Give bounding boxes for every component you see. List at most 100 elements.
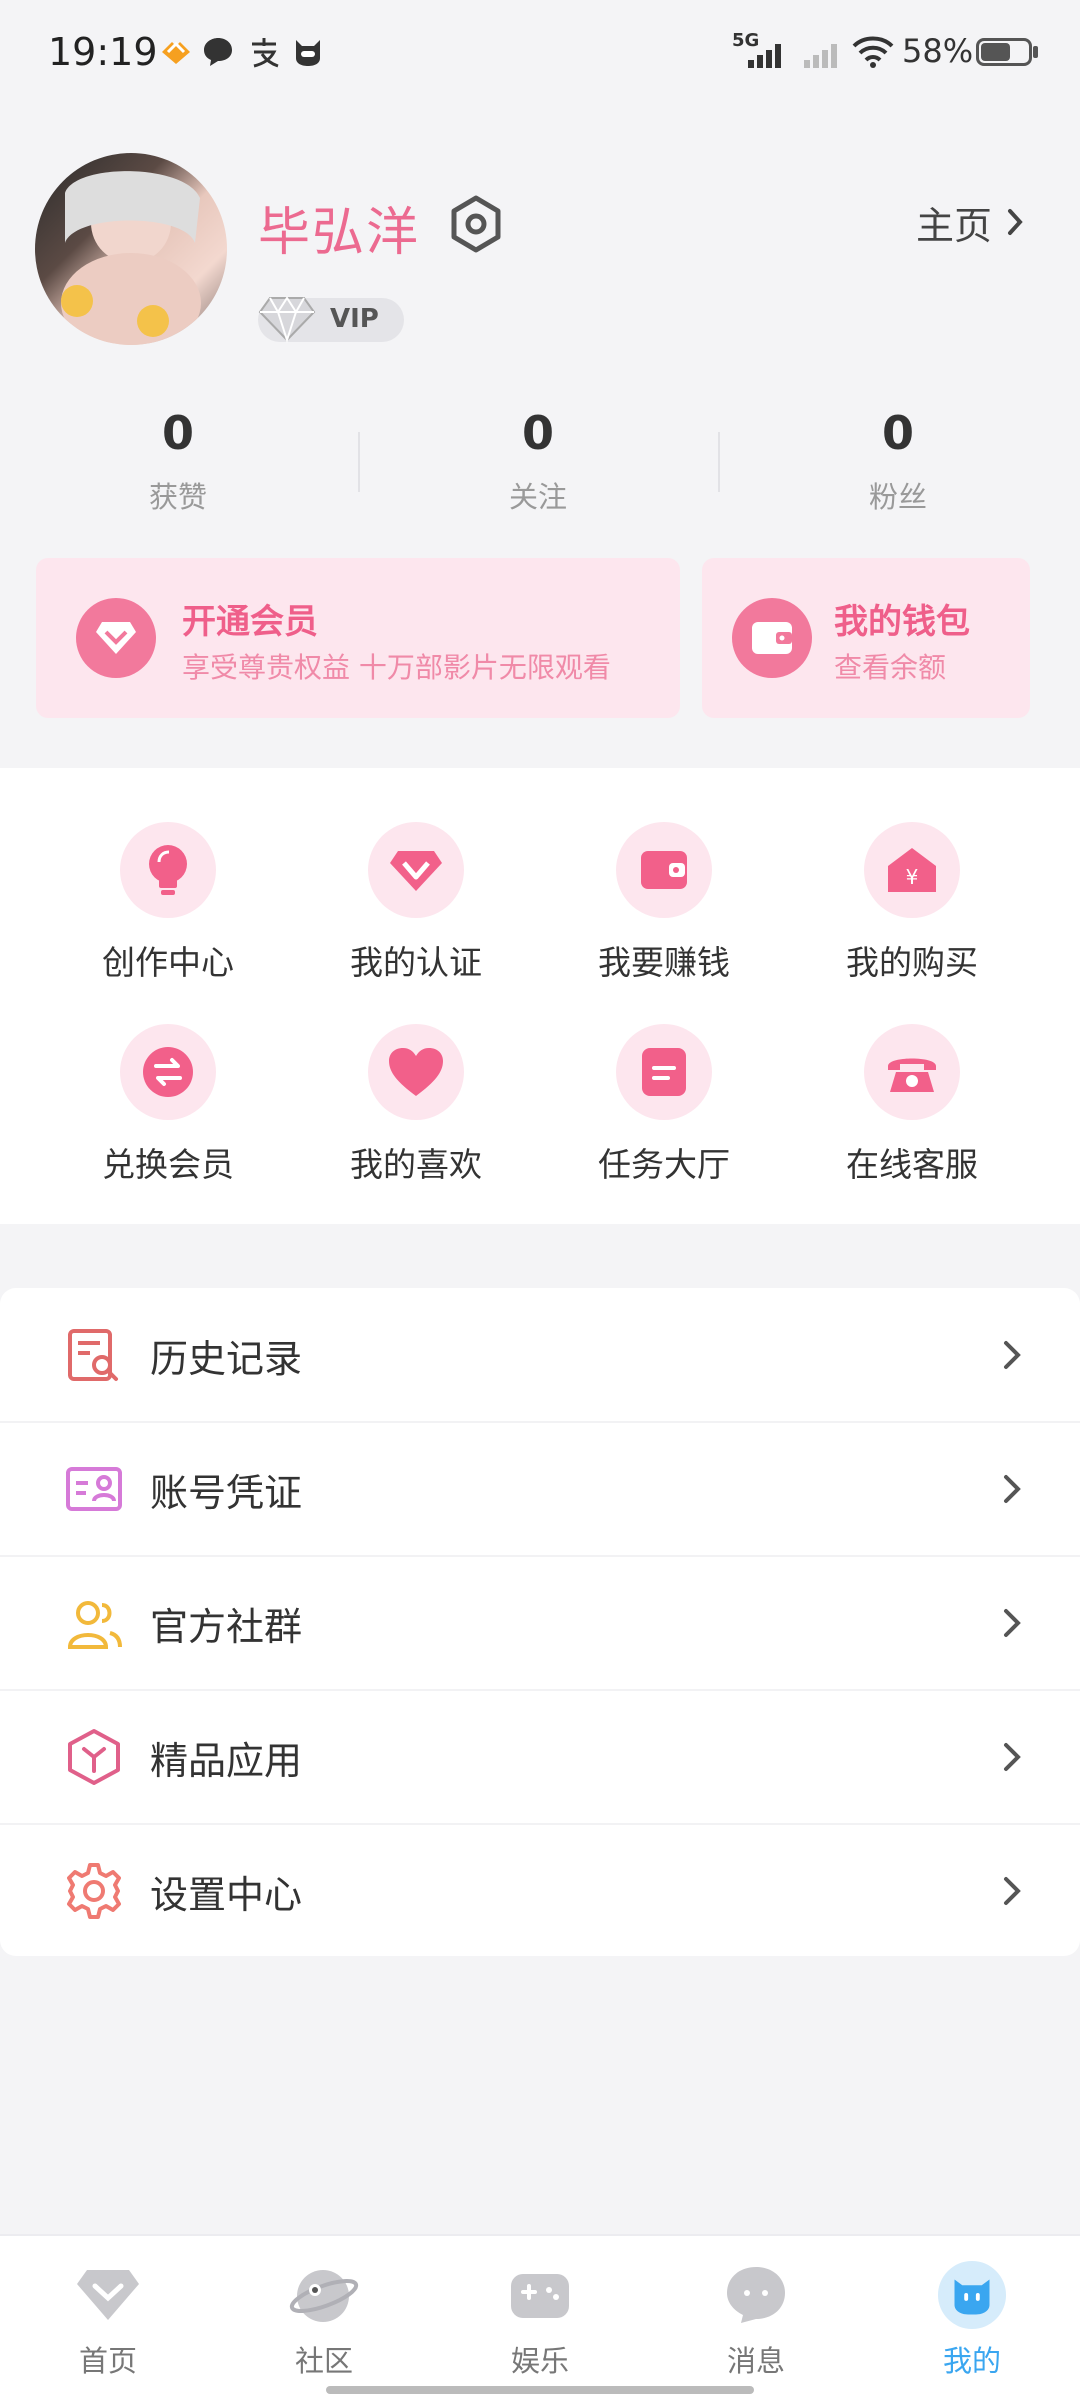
homepage-label: 主页 (916, 203, 993, 248)
grid-label: 我的认证 (350, 943, 482, 982)
diamond-icon (76, 598, 156, 678)
stat-divider (718, 432, 720, 492)
grid-label: 创作中心 (102, 943, 234, 982)
menu-item-premium-apps[interactable]: 精品应用 (0, 1690, 1080, 1824)
chevron-right-icon (1004, 1743, 1021, 1771)
stat-following-value: 0 (521, 406, 554, 460)
nav-entertainment[interactable]: 娱乐 (432, 2260, 648, 2380)
membership-subtitle: 享受尊贵权益 十万部影片无限观看 (182, 651, 611, 684)
menu-label: 历史记录 (150, 1336, 303, 1381)
vip-label: VIP (330, 304, 379, 334)
task-icon (616, 1024, 712, 1120)
stat-likes-value: 0 (161, 406, 194, 460)
alipay-icon (252, 38, 279, 68)
grid-my-likes[interactable]: 我的喜欢 (292, 1024, 540, 1204)
stat-fans-label: 粉丝 (868, 480, 927, 514)
grid-label: 我的购买 (846, 943, 978, 982)
stat-following-label: 关注 (508, 480, 567, 514)
exchange-icon (120, 1024, 216, 1120)
stat-following[interactable]: 0 关注 (388, 406, 688, 516)
username: 毕弘洋 (258, 203, 421, 263)
menu-item-official-community[interactable]: 官方社群 (0, 1556, 1080, 1690)
diamond-icon (258, 296, 316, 344)
stat-likes[interactable]: 0 获赞 (28, 406, 328, 516)
wallet-icon (616, 822, 712, 918)
menu-item-history[interactable]: 历史记录 (0, 1288, 1080, 1422)
stat-fans-value: 0 (881, 406, 914, 460)
avatar[interactable] (35, 153, 227, 345)
battery-icon (976, 38, 1032, 66)
menu-label: 设置中心 (150, 1872, 303, 1917)
feature-grid: 创作中心 我的认证 我要赚钱 ¥ 我的购买 兑换会员 我的喜欢 任务大厅 在线客… (0, 768, 1080, 1224)
menu-item-account-credential[interactable]: 账号凭证 (0, 1422, 1080, 1556)
message-icon (721, 2260, 791, 2330)
grid-earn-money[interactable]: 我要赚钱 (540, 822, 788, 1002)
grid-online-support[interactable]: 在线客服 (788, 1024, 1036, 1204)
menu-label: 精品应用 (150, 1738, 303, 1783)
signal-weak-icon (804, 44, 837, 68)
nav-label: 首页 (78, 2344, 137, 2378)
chat-bubble-icon (204, 38, 232, 66)
menu-label: 官方社群 (150, 1604, 303, 1649)
menu-label: 账号凭证 (150, 1470, 303, 1515)
chevron-right-icon (1004, 1341, 1021, 1369)
heart-icon (368, 1024, 464, 1120)
wifi-icon (852, 36, 894, 68)
nav-label: 我的 (942, 2344, 1001, 2378)
grid-redeem-membership[interactable]: 兑换会员 (44, 1024, 292, 1204)
homepage-link[interactable]: 主页 (916, 194, 1028, 250)
battery-percent: 58% (902, 32, 974, 70)
gamepad-icon (505, 2260, 575, 2330)
wallet-subtitle: 查看余额 (834, 651, 947, 684)
menu-list: 历史记录 账号凭证 官方社群 精品应用 设置中心 (0, 1288, 1080, 1956)
nav-label: 社区 (294, 2344, 353, 2378)
grid-label: 任务大厅 (598, 1145, 730, 1184)
stat-likes-label: 获赞 (148, 480, 207, 514)
stat-divider (358, 432, 360, 492)
battery-nub (1033, 46, 1038, 58)
grid-my-purchases[interactable]: ¥ 我的购买 (788, 822, 1036, 1002)
wallet-icon (732, 598, 812, 678)
app-box-icon (68, 1729, 120, 1785)
lightbulb-icon (120, 822, 216, 918)
edit-profile-icon[interactable] (446, 194, 506, 254)
history-icon (68, 1329, 118, 1381)
chevron-right-icon (1004, 1609, 1021, 1637)
grid-task-hall[interactable]: 任务大厅 (540, 1024, 788, 1204)
planet-icon (289, 2260, 359, 2330)
profile-cat-icon (937, 2260, 1007, 2330)
phone-icon (864, 1024, 960, 1120)
vip-diamond-icon (368, 822, 464, 918)
nav-label: 娱乐 (510, 2344, 569, 2378)
grid-label: 我要赚钱 (598, 943, 730, 982)
membership-title: 开通会员 (182, 602, 318, 642)
settings-gear-icon (67, 1863, 121, 1919)
wallet-card[interactable]: 我的钱包 查看余额 (702, 558, 1030, 718)
nav-home[interactable]: 首页 (0, 2260, 216, 2380)
grid-label: 兑换会员 (102, 1145, 234, 1184)
stat-fans[interactable]: 0 粉丝 (748, 406, 1048, 516)
grid-label: 我的喜欢 (350, 1145, 482, 1184)
nav-label: 消息 (726, 2344, 785, 2378)
chevron-right-icon (1008, 209, 1023, 235)
grid-label: 在线客服 (846, 1145, 978, 1184)
grid-creation-center[interactable]: 创作中心 (44, 822, 292, 1002)
nav-community[interactable]: 社区 (216, 2260, 432, 2380)
cat-face-icon (296, 40, 320, 66)
nav-messages[interactable]: 消息 (648, 2260, 864, 2380)
home-indicator[interactable] (326, 2386, 754, 2394)
menu-item-settings[interactable]: 设置中心 (0, 1824, 1080, 1958)
status-time: 19:19 (48, 30, 158, 74)
nav-mine[interactable]: 我的 (864, 2260, 1080, 2380)
signal-icon (748, 44, 781, 68)
wallet-title: 我的钱包 (834, 602, 970, 642)
membership-card[interactable]: 开通会员 享受尊贵权益 十万部影片无限观看 (36, 558, 680, 718)
status-bar: 19:19 5G 58% (0, 0, 1080, 110)
bottom-nav: 首页 社区 娱乐 消息 我的 (0, 2234, 1080, 2400)
home-diamond-icon (73, 2260, 143, 2330)
grid-my-certification[interactable]: 我的认证 (292, 822, 540, 1002)
chevron-right-icon (1004, 1877, 1021, 1905)
svg-text:¥: ¥ (906, 865, 919, 889)
heart-icon (162, 41, 190, 64)
shop-icon: ¥ (864, 822, 960, 918)
